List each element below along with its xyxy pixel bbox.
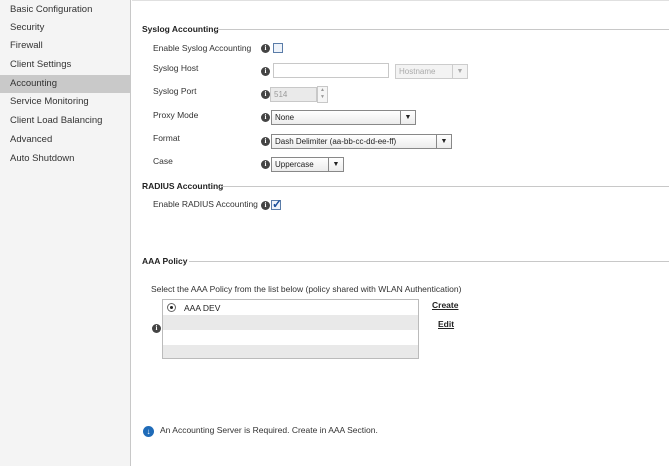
- chevron-down-icon: ▼: [436, 135, 451, 148]
- radius-section-title: RADIUS Accounting: [142, 181, 224, 191]
- list-item: [163, 315, 418, 330]
- info-icon: i: [261, 67, 270, 76]
- list-item: [163, 345, 418, 358]
- syslog-section-title: Syslog Accounting: [142, 24, 219, 34]
- sidebar-item-client-load-balancing[interactable]: Client Load Balancing: [0, 112, 130, 130]
- sidebar-item-auto-shutdown[interactable]: Auto Shutdown: [0, 150, 130, 168]
- format-value: Dash Delimiter (aa-bb-cc-dd-ee-ff): [275, 137, 397, 146]
- case-value: Uppercase: [275, 160, 314, 169]
- syslog-host-type-select[interactable]: Hostname ▼: [395, 64, 468, 79]
- sidebar-item-client-settings[interactable]: Client Settings: [0, 56, 130, 74]
- info-icon: i: [261, 90, 270, 99]
- enable-radius-checkbox[interactable]: [271, 197, 282, 211]
- sidebar: Basic Configuration Security Firewall Cl…: [0, 0, 131, 466]
- aaa-instruction: Select the AAA Policy from the list belo…: [151, 284, 462, 294]
- syslog-port-spinner[interactable]: ▲ ▼: [317, 86, 328, 103]
- edit-policy-link[interactable]: Edit: [438, 319, 454, 329]
- info-icon: i: [261, 201, 270, 210]
- syslog-host-input[interactable]: [273, 63, 389, 78]
- aaa-policy-radio[interactable]: [167, 303, 176, 312]
- radius-section-divider: [221, 186, 669, 187]
- sidebar-item-security[interactable]: Security: [0, 19, 130, 37]
- case-select[interactable]: Uppercase ▼: [271, 157, 344, 172]
- aaa-policy-name: AAA DEV: [184, 303, 221, 313]
- format-select[interactable]: Dash Delimiter (aa-bb-cc-dd-ee-ff) ▼: [271, 134, 452, 149]
- main-panel: Syslog Accounting Enable Syslog Accounti…: [132, 0, 669, 466]
- syslog-port-input[interactable]: 514: [270, 87, 317, 102]
- chevron-down-icon: ▼: [400, 111, 415, 124]
- proxy-mode-select[interactable]: None ▼: [271, 110, 416, 125]
- case-label: Case: [153, 156, 173, 166]
- enable-syslog-label: Enable Syslog Accounting: [153, 43, 252, 53]
- enable-radius-label: Enable RADIUS Accounting: [153, 199, 258, 209]
- format-label: Format: [153, 133, 180, 143]
- down-arrow-icon: ↓: [143, 426, 154, 437]
- chevron-down-icon: ▼: [328, 158, 343, 171]
- top-divider: [132, 0, 669, 1]
- sidebar-item-firewall[interactable]: Firewall: [0, 37, 130, 55]
- spin-up-icon[interactable]: ▲: [318, 87, 327, 94]
- info-icon: i: [261, 137, 270, 146]
- sidebar-item-accounting[interactable]: Accounting: [0, 75, 130, 93]
- spin-down-icon[interactable]: ▼: [318, 94, 327, 101]
- syslog-host-label: Syslog Host: [153, 63, 199, 73]
- sidebar-item-basic-configuration[interactable]: Basic Configuration: [0, 1, 130, 19]
- create-policy-link[interactable]: Create: [432, 300, 458, 310]
- enable-syslog-checkbox[interactable]: [273, 43, 283, 53]
- info-icon: i: [261, 44, 270, 53]
- info-icon: i: [152, 324, 161, 333]
- info-icon: i: [261, 160, 270, 169]
- proxy-mode-value: None: [275, 113, 295, 122]
- aaa-section-divider: [189, 261, 669, 262]
- list-item[interactable]: AAA DEV: [163, 300, 418, 315]
- syslog-section-divider: [217, 29, 669, 30]
- syslog-port-label: Syslog Port: [153, 86, 197, 96]
- sidebar-item-advanced[interactable]: Advanced: [0, 131, 130, 149]
- syslog-host-type-value: Hostname: [399, 67, 436, 76]
- accounting-notice: An Accounting Server is Required. Create…: [160, 425, 378, 435]
- list-item: [163, 330, 418, 345]
- proxy-mode-label: Proxy Mode: [153, 110, 199, 120]
- aaa-policy-list: AAA DEV: [162, 299, 419, 359]
- sidebar-item-service-monitoring[interactable]: Service Monitoring: [0, 93, 130, 111]
- info-icon: i: [261, 113, 270, 122]
- aaa-section-title: AAA Policy: [142, 256, 188, 266]
- chevron-down-icon: ▼: [452, 65, 467, 78]
